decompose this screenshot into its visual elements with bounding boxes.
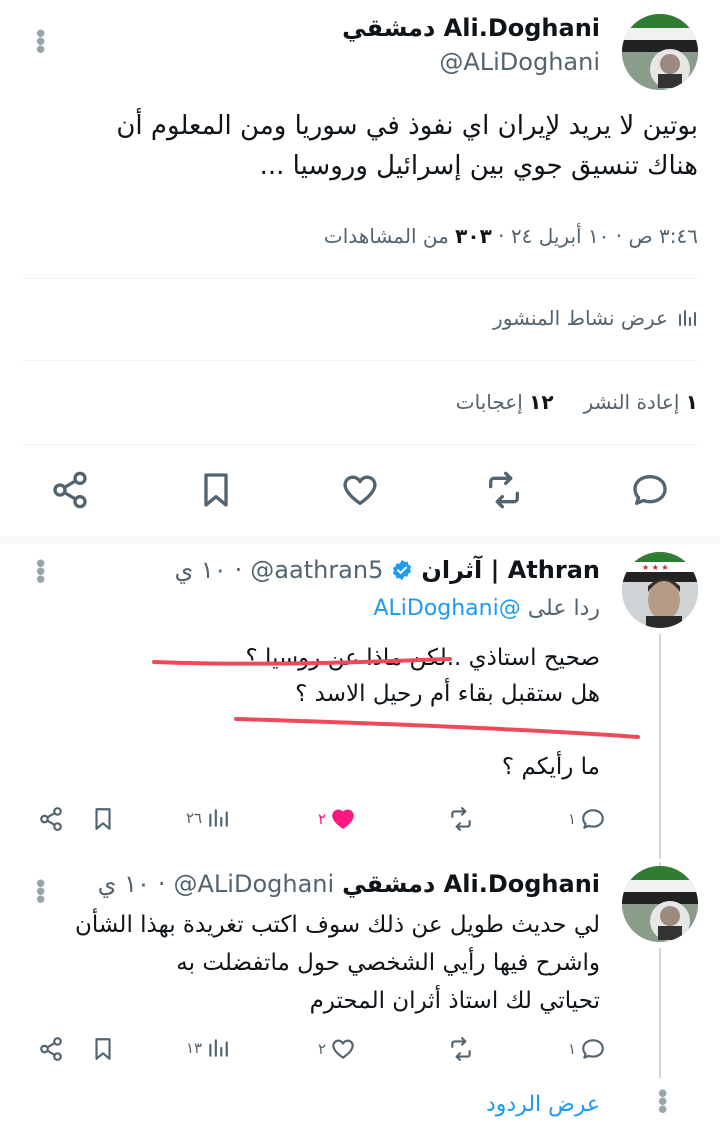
tweet-timestamp[interactable]: ١٠ ي: [174, 556, 226, 584]
more-icon[interactable]: • • •: [33, 872, 48, 914]
tweet-text-line: هناك تنسيق جوي بين إسرائيل وروسيا ...: [259, 151, 698, 181]
tweet-timestamp[interactable]: ٣:٤٦ ص · ١٠ أبريل ٢٤ ·: [498, 224, 698, 248]
divider: [22, 278, 698, 279]
tweet-timestamp[interactable]: ١٠ ي: [98, 870, 150, 898]
share-button[interactable]: [38, 1036, 64, 1062]
thread-line: [659, 634, 661, 859]
chart-icon: [209, 1039, 228, 1057]
bookmark-button[interactable]: [90, 1036, 116, 1062]
likes-count-link[interactable]: ١٢ إعجابات: [456, 390, 554, 414]
share-icon: [40, 1037, 62, 1061]
verified-icon: [393, 559, 412, 581]
bookmark-button[interactable]: [90, 806, 116, 832]
tweet-text: بوتين لا يريد لإيران اي نفوذ في سوريا وم…: [18, 106, 698, 186]
likes-count: ١٢: [529, 390, 554, 414]
handle[interactable]: @ALiDoghani: [439, 48, 600, 76]
likes-count: ٢: [318, 1040, 327, 1058]
divider: [22, 444, 698, 445]
views-count: ٢٦: [186, 809, 203, 827]
engagement-counts: ١ إعادة النشر ١٢ إعجابات: [456, 390, 698, 414]
svg-text:★ ★ ★: ★ ★ ★: [642, 563, 669, 572]
tweet-text-line: لي حديث طويل عن ذلك سوف اكتب تغريدة بهذا…: [75, 912, 600, 938]
thread-line: [659, 948, 661, 1078]
heart-icon: [343, 475, 377, 505]
reposts-count-link[interactable]: ١ إعادة النشر: [584, 390, 698, 414]
like-button[interactable]: [340, 470, 380, 514]
repost-icon: [451, 807, 471, 831]
share-icon: [53, 471, 87, 509]
bookmark-button[interactable]: [196, 470, 236, 514]
chart-icon: [209, 809, 228, 827]
reply-button[interactable]: [630, 470, 670, 514]
repost-button[interactable]: [448, 1036, 474, 1062]
replying-to-handle[interactable]: @ALiDoghani: [373, 596, 520, 621]
views-button[interactable]: ٢٦: [186, 806, 230, 830]
tweet-text-line: تحياتي لك استاذ أثران المحترم: [309, 988, 600, 1014]
likes-count: ٢: [318, 810, 327, 828]
section-divider: [0, 536, 720, 544]
share-button[interactable]: [50, 470, 90, 514]
avatar[interactable]: [622, 866, 698, 942]
display-name[interactable]: Ali.Doghani دمشقي: [342, 14, 600, 42]
replying-to: ردا على @ALiDoghani: [373, 596, 600, 621]
divider: [22, 360, 698, 361]
repost-icon: [489, 471, 519, 509]
reply-header: ١٠ ي · @ALiDoghani Ali.Doghani دمشقي: [97, 870, 600, 898]
bookmark-icon: [95, 808, 111, 830]
reply-header: ١٠ ي · @aathran5 آثران | Athran: [174, 556, 600, 584]
chart-icon: [679, 310, 696, 326]
tweet-text-line: واشرح فيها رأيي الشخصي حول ماتفضلت به: [176, 950, 600, 976]
share-icon: [40, 807, 62, 831]
post-activity-label: عرض نشاط المنشور: [493, 306, 668, 330]
share-button[interactable]: [38, 806, 64, 832]
avatar[interactable]: ★ ★ ★: [622, 552, 698, 628]
replies-count: ١: [568, 810, 577, 828]
show-replies-link[interactable]: عرض الردود: [486, 1092, 600, 1117]
replies-count: ١: [568, 1040, 577, 1058]
like-button[interactable]: ٢: [318, 1036, 356, 1062]
likes-label: إعجابات: [455, 390, 523, 414]
heart-icon: [332, 809, 354, 829]
reply-button[interactable]: ١: [568, 806, 606, 832]
views-button[interactable]: ١٣: [186, 1036, 230, 1060]
tweet-text: لي حديث طويل عن ذلك سوف اكتب تغريدة بهذا…: [20, 906, 600, 1020]
reply-icon: [633, 475, 667, 505]
repost-button[interactable]: [448, 806, 474, 832]
tweet-text-line: ما رأيكم ؟: [501, 754, 600, 780]
views-label: من المشاهدات: [323, 224, 449, 248]
tweet-meta: ٣:٤٦ ص · ١٠ أبريل ٢٤ · ٣٠٣ من المشاهدات: [324, 224, 698, 248]
reply-icon: [582, 809, 604, 829]
more-icon[interactable]: • • •: [33, 22, 48, 64]
reposts-label: إعادة النشر: [583, 390, 680, 414]
handle[interactable]: @aathran5: [250, 556, 383, 584]
heart-icon: [332, 1039, 354, 1059]
reply-button[interactable]: ١: [568, 1036, 606, 1062]
repost-button[interactable]: [484, 470, 524, 514]
reply-icon: [582, 1039, 604, 1059]
post-activity-link[interactable]: عرض نشاط المنشور: [493, 306, 698, 330]
bookmark-icon: [95, 1038, 111, 1060]
thread-dots: • • •: [655, 1080, 671, 1126]
repost-icon: [451, 1037, 471, 1061]
reposts-count: ١: [685, 390, 698, 414]
more-icon[interactable]: • • •: [33, 552, 48, 594]
display-name[interactable]: Ali.Doghani دمشقي: [342, 870, 600, 898]
display-name[interactable]: آثران | Athran: [421, 556, 600, 584]
tweet-text-line: بوتين لا يريد لإيران اي نفوذ في سوريا وم…: [116, 111, 698, 141]
views-count: ٣٠٣: [455, 224, 492, 248]
red-underline-annotation: [152, 657, 640, 739]
bookmark-icon: [204, 473, 228, 507]
views-count: ١٣: [186, 1039, 203, 1057]
like-button[interactable]: ٢: [318, 806, 356, 832]
handle[interactable]: @ALiDoghani: [174, 870, 335, 898]
replying-to-label: ردا على: [527, 596, 600, 621]
avatar[interactable]: [622, 14, 698, 90]
